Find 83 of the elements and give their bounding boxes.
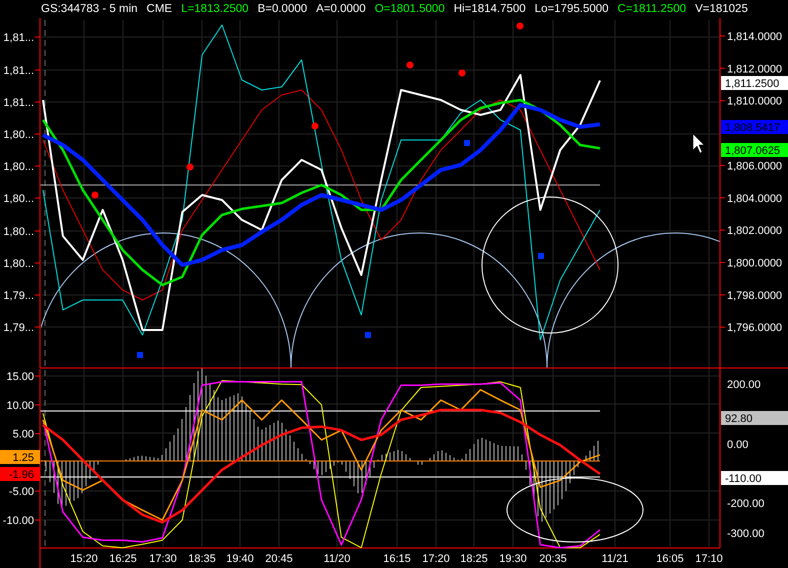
axis-label: 1,80... [3,258,34,270]
cursor-icon [692,134,704,154]
axis-label: 200.00 [727,379,761,391]
tick-mark [720,164,726,166]
axis-label: 1,79... [3,322,34,334]
axis-label: 1,810.0000 [727,96,782,108]
time-label: 19:30 [499,553,527,565]
time-label: 11/21 [602,553,628,565]
tick-mark [720,326,726,328]
time-label: 19:40 [226,553,254,565]
time-label: 15:20 [70,553,98,565]
axis-label: 1,804.0000 [727,192,782,205]
time-label: 20:45 [265,553,293,565]
signal-dot [186,164,194,170]
axis-label: 1,798.0000 [727,290,782,302]
signal-marker [538,253,544,259]
axis-label: 1,81... [3,32,34,44]
axis-label: 1,806.0000 [727,160,782,172]
signal-marker [365,332,371,338]
time-label: 16:15 [383,553,411,565]
axis-label: 15.00 [6,371,34,383]
axis-label: 1,81... [3,65,34,77]
axis-label: 1,796.0000 [727,322,782,334]
axis-label: 1,79... [3,290,34,302]
tick-mark [720,100,726,102]
quote-field: L=1813.2500 [181,3,249,15]
time-label: 17:10 [695,553,723,565]
tick-mark [720,68,726,69]
tick-mark [720,197,726,198]
value-badge: -110.00 [721,471,788,485]
quote-field: Lo=1795.5000 [534,3,609,15]
axis-label: 0.00 [727,439,748,451]
tick-mark [34,433,40,434]
tick-mark [720,294,726,296]
tick-mark [34,490,40,492]
axis-label: 1,80... [3,193,34,205]
value-badge: 92.80 [721,411,788,425]
quote-field: C=1811.2500 [618,3,686,15]
axis-label: 1,80... [3,129,34,141]
price-badge: 1,808.5417 [721,120,788,134]
time-label: 18:35 [188,553,216,565]
axis-label: 1,802.0000 [727,225,782,238]
time-label: 20:35 [539,553,567,565]
axis-label: 10.00 [6,400,34,412]
price-badge: 1,811.2500 [721,76,788,90]
signal-dot [406,62,414,68]
quote-field: B=0.0000 [258,3,308,15]
axis-label: 1,812.0000 [727,63,782,76]
axis-label: 1,800.0000 [727,258,782,270]
time-label: 16:05 [656,553,684,565]
signal-dot [92,192,98,198]
price-badge: 1,807.0625 [721,143,788,157]
value-badge: -1.96 [0,467,40,481]
axis-label: -200.00 [727,498,764,510]
quote-field: Hi=1814.7500 [454,3,526,15]
axis-label: 1,80... [3,226,34,238]
time-label: 17:20 [422,553,450,565]
quote-field: CME [146,3,172,15]
axis-label: 1,81... [3,97,34,109]
tick-mark [720,262,726,263]
tick-mark [720,230,726,231]
axis-label: 5.00 [12,428,34,441]
quote-field: GS:344783 - 5 min [41,3,138,15]
quote-field: O=1801.5000 [374,3,445,15]
axis-label: -10.00 [2,515,34,527]
time-label: 18:25 [460,553,488,565]
tick-mark [34,404,40,406]
signal-dot [458,70,466,76]
quote-field: V=181025 [695,3,748,15]
time-label: 17:30 [149,553,177,565]
axis-label: 1,80... [3,161,34,173]
axis-label: -5.00 [8,486,34,498]
axis-label: 1,814.0000 [727,30,782,43]
signal-dot [516,22,524,30]
signal-dot [312,122,318,130]
value-badge: 1.25 [0,450,40,464]
signal-marker [464,140,470,146]
axis-label: -300.00 [727,528,764,540]
time-label: 11/20 [324,553,350,565]
time-label: 16:25 [109,553,137,565]
signal-marker [137,352,143,358]
quote-field: A=0.0000 [316,3,366,15]
tick-mark [720,35,726,36]
